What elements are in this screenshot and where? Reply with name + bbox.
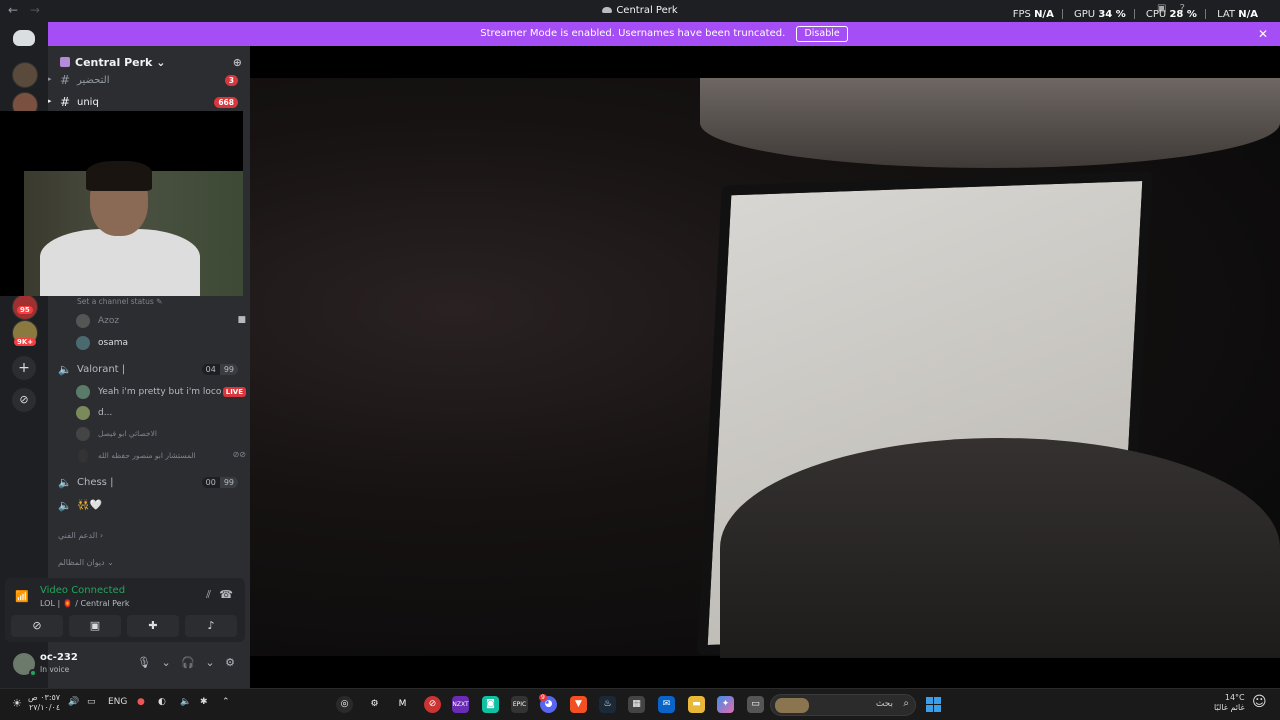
server-house-icon [60,57,70,67]
gear-icon[interactable]: ⚙ [225,656,235,669]
store-icon[interactable]: ▦ [628,696,645,713]
chevron-down-icon[interactable]: ⌄ [161,656,170,669]
server-badge: 95 [17,306,33,314]
search-label: بحث [875,699,893,709]
perf-overlay: FPS N/A GPU 34 % CPU 28 % LAT N/A [1012,9,1258,20]
speaker-icon: 🔈 [58,363,72,376]
camera-button[interactable]: ⊘ [11,615,63,637]
voice-connection-panel: 📶 Video Connected LOL | 🏮 / Central Perk… [5,578,245,642]
search-highlight-image [775,698,809,713]
tray-icon[interactable]: ◐ [158,697,166,707]
clock[interactable]: ٠٣:٥٧ ص ٢٧/١٠/٠٤ [28,693,60,713]
outlook-icon[interactable]: ✉ [658,696,675,713]
steam-icon[interactable]: ♨ [599,696,616,713]
add-server-icon[interactable]: + [12,356,36,380]
windows-start-icon[interactable] [926,697,941,712]
chevron-down-icon[interactable]: ⌄ [205,656,214,669]
avatar [76,385,90,399]
screen-share-button[interactable]: ▣ [69,615,121,637]
expand-icon: ▸ [48,97,52,105]
windows-taskbar: ☀ ٠٣:٥٧ ص ٢٧/١٠/٠٤ 🔊 ▭ ENG ● ◐ 🔈 ✱ ⌃ ◎ ⚙ … [0,688,1280,720]
app-icon[interactable]: ⊘ [424,696,441,713]
server-badge: 9K+ [14,338,37,346]
video-hand [720,438,1280,658]
expand-icon: ▸ [48,75,52,83]
muted-icon: ⊘⊘ [232,450,246,459]
category-support[interactable]: الدعم الفني › [58,531,103,540]
language-indicator[interactable]: ENG [108,697,127,707]
hash-icon: # [60,73,71,87]
close-icon[interactable]: ✕ [1258,22,1268,46]
server-avatar[interactable] [12,62,38,88]
tray-icon[interactable]: 🔈 [180,697,191,707]
task-view-icon[interactable]: ▭ [747,696,764,713]
video-hand-top [700,78,1280,168]
search-icon: ⌕ [903,698,909,709]
noise-suppression-icon[interactable]: ⫽ [206,588,211,602]
weather-widget[interactable]: 14°C غائم غالبًا [1214,693,1245,713]
mic-tray-icon[interactable]: ● [137,697,145,707]
disconnect-icon[interactable]: ☎ [219,588,233,601]
nzxt-icon[interactable]: NZXT [452,696,469,713]
activity-button[interactable]: ✚ [127,615,179,637]
epic-games-icon[interactable]: EPIC [511,696,528,713]
discord-home-icon[interactable] [13,30,35,46]
avatar [76,427,90,441]
username[interactable]: oc-232 [40,652,78,663]
app-icon[interactable]: ◙ [482,696,499,713]
soundboard-button[interactable]: ♪ [185,615,237,637]
speaker-icon: 🔈 [58,499,72,512]
chevron-up-icon[interactable]: ⌃ [222,697,230,707]
weather-small-icon[interactable]: ☀ [12,697,22,710]
set-channel-status[interactable]: Set a channel status ✎ [77,297,162,306]
brave-icon[interactable]: ▼ [570,696,587,713]
user-limit-pill: 04 99 [201,364,238,375]
copilot-icon[interactable]: ✦ [717,696,734,713]
disable-button[interactable]: Disable [796,26,848,42]
steelseries-icon[interactable]: ⚙ [366,696,383,713]
file-explorer-icon[interactable]: ▬ [688,696,705,713]
channel-item[interactable]: ▸ # التحضير 3 [48,72,250,90]
profile-icon[interactable]: ☺ [1252,694,1267,710]
stream-video[interactable] [250,78,1280,658]
streamer-mode-banner: Streamer Mode is enabled. Usernames have… [48,22,1280,46]
chevron-down-icon: ⌄ [156,56,166,69]
user-status: In voice [40,665,70,674]
avatar [78,449,88,463]
camera-person [40,229,200,296]
mic-icon[interactable]: 🎙 [137,656,151,669]
app-icon[interactable]: ◎ [336,696,353,713]
user-panel: oc-232 In voice 🎙 ⌄ 🎧 ⌄ ⚙ [5,645,245,683]
avatar [76,314,90,328]
tray-icon[interactable]: ✱ [200,697,208,707]
app-icon[interactable]: M [394,696,411,713]
search-box[interactable]: بحث ⌕ [770,694,916,716]
server-icon [602,7,613,13]
signal-icon[interactable]: 📶 [15,590,29,603]
category-grievances[interactable]: ديوان المظالم ⌄ [58,558,114,567]
avatar [76,336,90,350]
live-badge: LIVE [222,387,246,397]
speaker-icon: 🔈 [58,476,72,489]
user-camera-feed[interactable] [0,111,243,296]
hash-icon: # [60,95,71,109]
camera-person [86,161,152,191]
volume-icon[interactable]: 🔊 [68,697,79,707]
online-status-icon [29,669,37,677]
user-limit-pill: 00 99 [201,477,238,488]
headphones-icon[interactable]: 🎧 [181,656,195,669]
network-icon[interactable]: ▭ [87,697,96,707]
video-stage[interactable] [250,46,1280,688]
title-bar: ← → Central Perk ▣ ? FPS N/A GPU 34 % CP… [0,0,1280,22]
connection-status: Video Connected [40,585,126,596]
camera-icon: ■ [237,315,246,325]
avatar [76,406,90,420]
discord-badge: 9 [539,694,547,701]
explore-icon[interactable]: ⊘ [12,388,36,412]
connection-location[interactable]: LOL | 🏮 / Central Perk [40,599,130,608]
invite-icon[interactable]: ⊕ [233,56,242,69]
channel-item[interactable]: ▸ # uniq 668 [48,94,250,112]
